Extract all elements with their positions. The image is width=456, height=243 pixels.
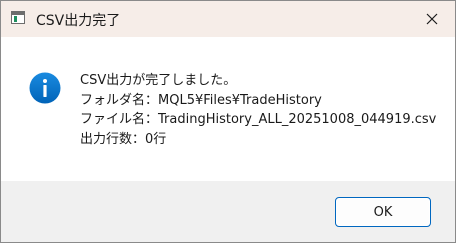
dialog-message: CSV出力が完了しました。 フォルダ名：MQL5¥Files¥TradeHist… [80,71,436,149]
message-line-status: CSV出力が完了しました。 [80,73,237,88]
ok-button[interactable]: OK [335,197,431,227]
dialog-footer: OK [1,181,455,242]
title-bar: CSV出力完了 [1,1,455,37]
message-line-folder: フォルダ名：MQL5¥Files¥TradeHistory [80,92,322,108]
close-icon [426,13,438,25]
message-line-file: ファイル名：TradingHistory_ALL_20251008_044919… [80,112,437,127]
app-window-icon [11,11,25,24]
dialog-content: CSV出力が完了しました。 フォルダ名：MQL5¥Files¥TradeHist… [1,37,455,181]
message-dialog-window: CSV出力完了 CSV出力が完了しました。 フォルダ名：MQL5¥Files¥T… [0,0,456,243]
close-button[interactable] [409,1,455,37]
message-line-row-count: 出力行数：0行 [80,131,167,147]
window-title: CSV出力完了 [36,13,121,29]
info-icon [29,72,61,104]
